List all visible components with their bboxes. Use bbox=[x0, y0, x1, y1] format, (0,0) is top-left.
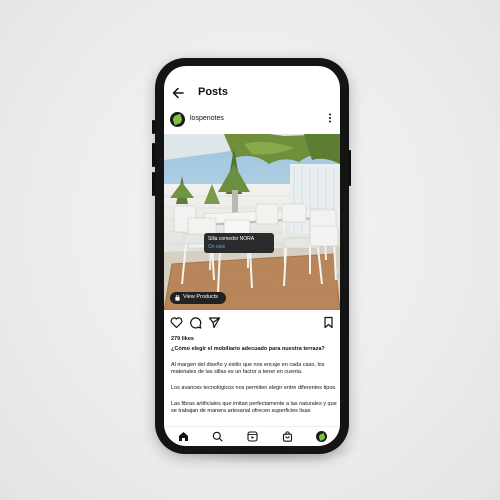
caption-paragraph: Las fibras artificiales que imitan perfe… bbox=[171, 401, 337, 414]
reels-icon[interactable] bbox=[247, 431, 258, 442]
search-icon[interactable] bbox=[212, 431, 223, 442]
leaf-logo-icon bbox=[171, 113, 184, 126]
leaf-logo-icon bbox=[317, 432, 326, 441]
view-products-label: View Products bbox=[183, 294, 219, 300]
post-caption: ¿Cómo elegir el mobiliario adecuado para… bbox=[171, 346, 337, 424]
view-products-button[interactable]: View Products bbox=[170, 292, 226, 304]
bottom-nav bbox=[164, 426, 340, 446]
post-image[interactable]: Silla comedor NORA On sale View Products bbox=[164, 134, 340, 310]
phone-silent-switch bbox=[152, 120, 155, 134]
caption-paragraph: Al margen del diseño y estilo que nos en… bbox=[171, 362, 325, 375]
shopping-bag-icon bbox=[175, 295, 180, 301]
post-actions bbox=[164, 316, 340, 330]
caption-heading: ¿Cómo elegir el mobiliario adecuado para… bbox=[171, 346, 325, 352]
home-icon[interactable] bbox=[178, 431, 189, 442]
send-icon[interactable] bbox=[208, 316, 221, 329]
comment-icon[interactable] bbox=[189, 316, 202, 329]
avatar[interactable] bbox=[170, 112, 185, 127]
product-tag-name: Silla comedor NORA bbox=[208, 236, 255, 242]
shop-icon[interactable] bbox=[282, 431, 293, 442]
more-vertical-icon[interactable] bbox=[328, 113, 332, 125]
arrow-left-icon[interactable] bbox=[171, 86, 185, 100]
heart-icon[interactable] bbox=[170, 316, 183, 329]
product-tag[interactable]: Silla comedor NORA On sale bbox=[204, 233, 274, 253]
top-bar: Posts bbox=[164, 84, 340, 106]
caption-paragraph: Los avances tecnológicos nos permiten el… bbox=[171, 385, 337, 391]
profile-icon[interactable] bbox=[316, 431, 327, 442]
likes-count[interactable]: 279 likes bbox=[171, 336, 194, 342]
username[interactable]: lospenotes bbox=[190, 115, 224, 122]
phone-power-button bbox=[348, 150, 351, 186]
phone-screen: Posts lospenotes Silla comedor NORA On s… bbox=[164, 66, 340, 446]
bookmark-icon[interactable] bbox=[322, 316, 335, 329]
post-header: lospenotes bbox=[164, 112, 340, 130]
product-tag-status[interactable]: On sale bbox=[208, 244, 225, 250]
phone-volume-up bbox=[152, 143, 155, 167]
page-title: Posts bbox=[198, 86, 228, 98]
terrace-photo bbox=[164, 134, 340, 310]
phone-volume-down bbox=[152, 172, 155, 196]
